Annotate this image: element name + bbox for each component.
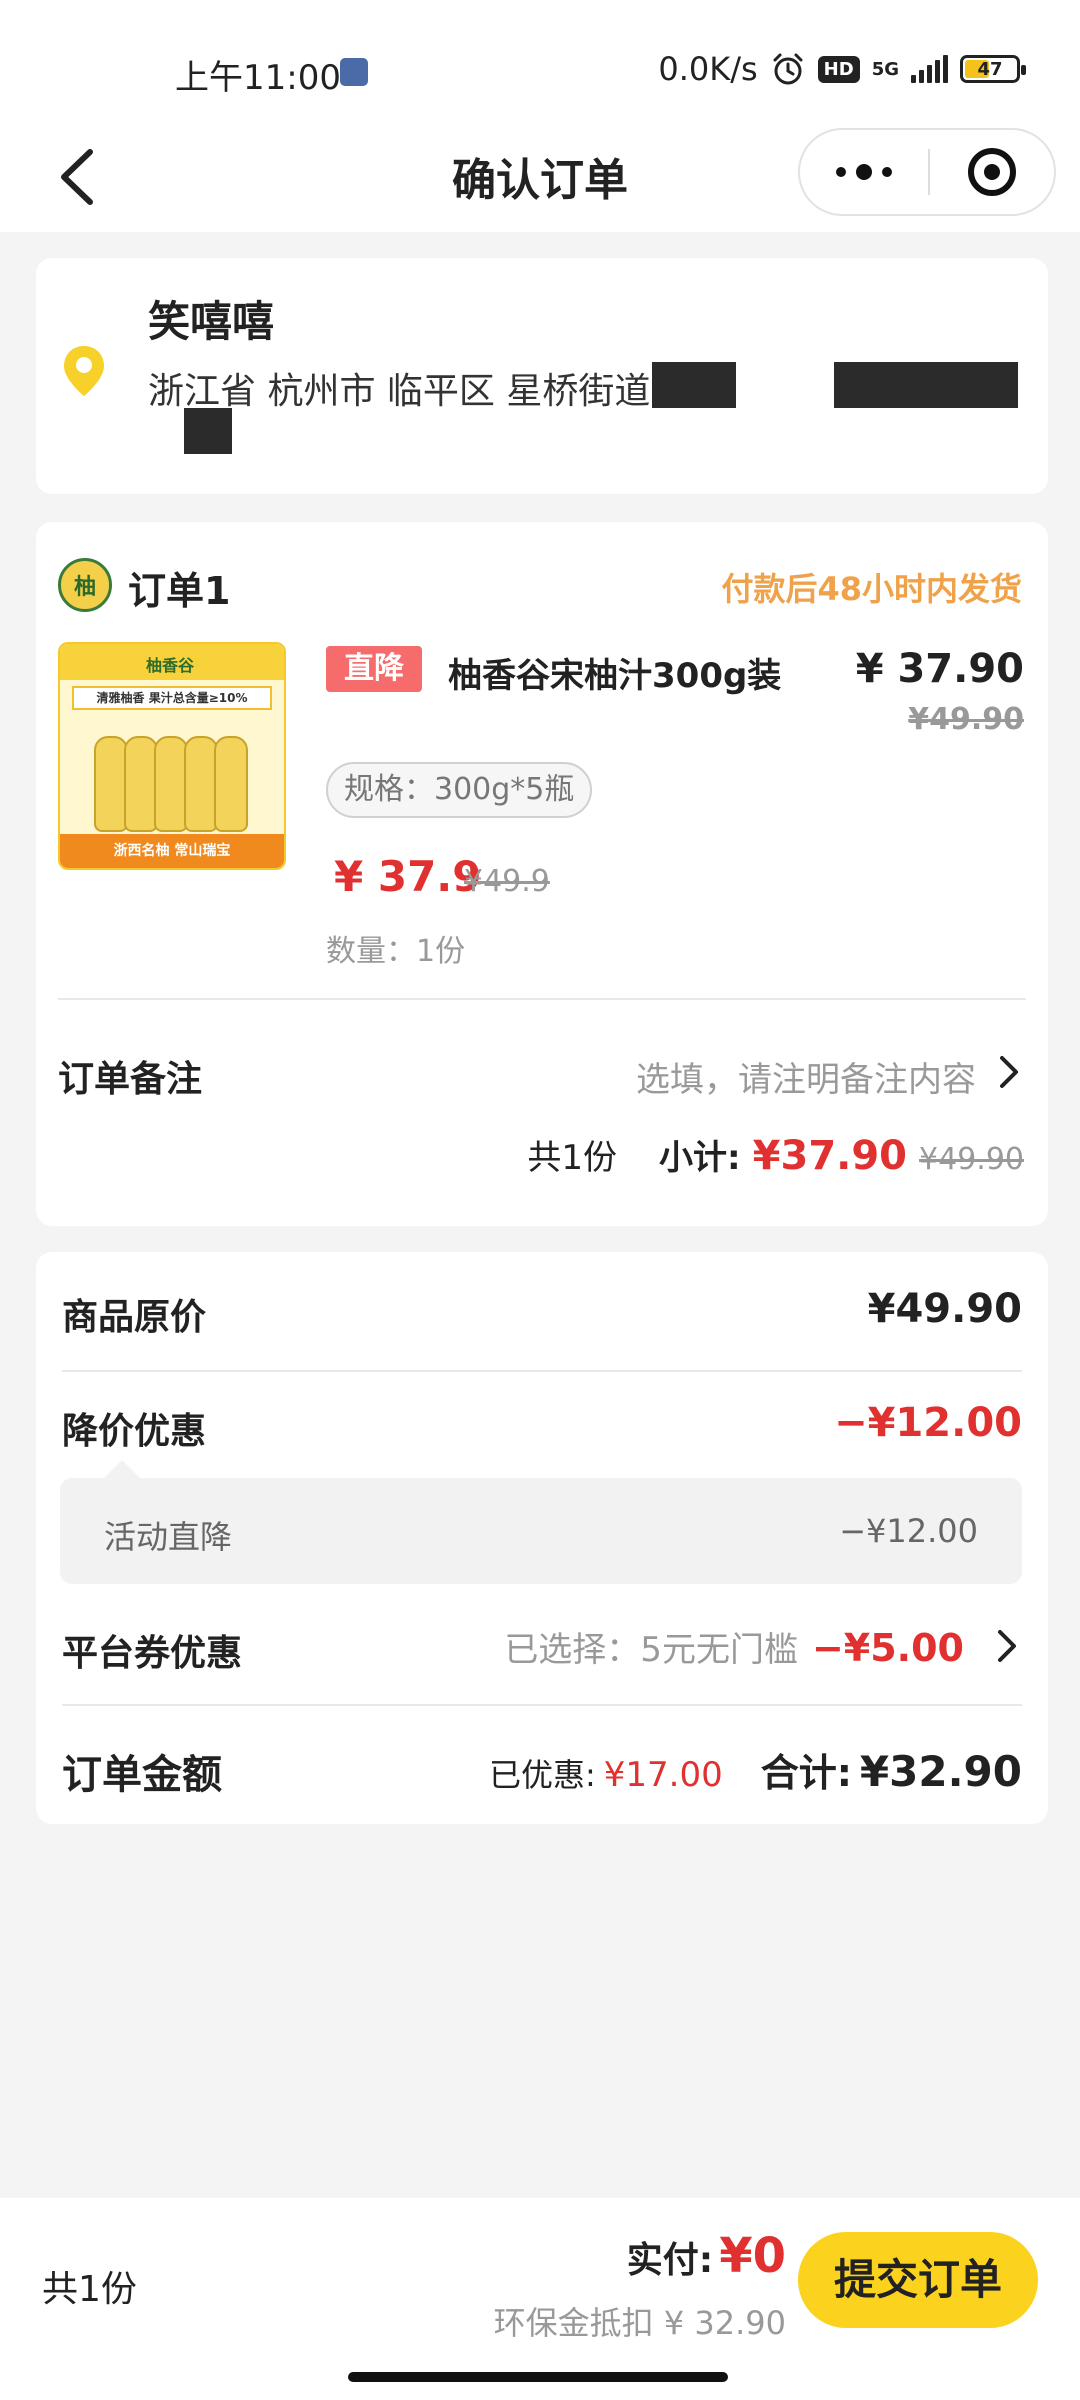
home-indicator[interactable] bbox=[348, 2372, 728, 2382]
subtotal-label: 小计: bbox=[659, 1138, 741, 1178]
price-summary-card: 商品原价 ¥49.90 降价优惠 −¥12.00 活动直降 −¥12.00 平台… bbox=[36, 1252, 1048, 1824]
signal-icon bbox=[911, 55, 948, 83]
pay-value: ¥0 bbox=[719, 2228, 786, 2284]
product-image[interactable]: 柚香谷 清雅柚香 果汁总含量≥10% 浙西名柚 常山瑞宝 bbox=[58, 642, 286, 870]
battery-level: 47 bbox=[977, 58, 1003, 80]
bottom-bar: 共1份 实付: ¥0 环保金抵扣 ¥ 32.90 提交订单 bbox=[0, 2198, 1080, 2400]
order-note-input[interactable]: 选填，请注明备注内容 bbox=[636, 1052, 976, 1101]
grand-total-value: ¥32.90 bbox=[859, 1747, 1022, 1796]
battery-icon: 47 bbox=[960, 55, 1026, 83]
divider bbox=[58, 998, 1026, 1000]
pay-amount-row: 实付: ¥0 bbox=[627, 2228, 786, 2284]
saved-value: ¥17.00 bbox=[603, 1755, 723, 1795]
order-note-label: 订单备注 bbox=[58, 1059, 203, 1100]
coupon-label: 平台券优惠 bbox=[62, 1633, 243, 1674]
alarm-icon bbox=[773, 53, 803, 85]
quantity: 数量：1份 bbox=[326, 934, 466, 969]
product-price: ¥ 37.90 bbox=[855, 646, 1024, 692]
divider bbox=[62, 1704, 1022, 1706]
item-count: 共1份 bbox=[527, 1138, 618, 1178]
chevron-right-icon[interactable] bbox=[992, 1626, 1022, 1666]
more-button[interactable] bbox=[800, 130, 928, 214]
order-title: 订单1 bbox=[128, 569, 231, 613]
status-bar: 上午11:00 0.0K/s HD 5G 47 bbox=[0, 0, 1080, 120]
was-price: ¥49.9 bbox=[464, 864, 550, 899]
bottom-item-count: 共1份 bbox=[42, 2269, 137, 2310]
recipient-name: 笑嘻嘻 bbox=[148, 297, 275, 346]
location-pin-icon bbox=[64, 346, 104, 396]
redaction-block bbox=[184, 408, 232, 454]
shipping-note: 付款后48小时内发货 bbox=[721, 570, 1022, 608]
close-button[interactable] bbox=[930, 130, 1054, 214]
submit-order-button[interactable]: 提交订单 bbox=[798, 2232, 1038, 2328]
divider bbox=[62, 1370, 1022, 1372]
order-card: 柚 订单1 付款后48小时内发货 柚香谷 清雅柚香 果汁总含量≥10% 浙西名柚… bbox=[36, 522, 1048, 1226]
nav-bar: 确认订单 bbox=[0, 120, 1080, 232]
product-original-price: ¥49.90 bbox=[908, 702, 1024, 737]
status-indicators: 0.0K/s HD 5G 47 bbox=[658, 50, 1026, 88]
coupon-selector[interactable]: 已选择：5元无门槛 −¥5.00 bbox=[504, 1622, 964, 1671]
activity-discount-label: 活动直降 bbox=[104, 1518, 233, 1556]
chevron-right-icon[interactable] bbox=[994, 1052, 1024, 1092]
network-speed: 0.0K/s bbox=[658, 50, 758, 88]
hd-badge: HD bbox=[817, 55, 860, 83]
redaction-block bbox=[834, 362, 1018, 408]
original-price-label: 商品原价 bbox=[62, 1297, 207, 1338]
target-icon bbox=[968, 148, 1016, 196]
price-drop-tag: 直降 bbox=[326, 646, 422, 692]
subtotal-value: ¥37.90 bbox=[752, 1133, 908, 1179]
grand-total-label: 合计: bbox=[760, 1751, 852, 1795]
discount-label: 降价优惠 bbox=[62, 1411, 207, 1452]
address-detail: 浙江省 杭州市 临平区 星桥街道 bbox=[148, 371, 651, 412]
subtotal-row: 共1份 小计: ¥37.90 ¥49.90 bbox=[527, 1130, 1024, 1179]
subtotal-original: ¥49.90 bbox=[919, 1142, 1024, 1177]
network-type: 5G bbox=[871, 58, 899, 80]
coupon-selected: 已选择：5元无门槛 bbox=[504, 1630, 798, 1670]
spec-chip: 规格：300g*5瓶 bbox=[326, 762, 593, 818]
discount-detail-box: 活动直降 −¥12.00 bbox=[60, 1460, 1022, 1584]
store-logo: 柚 bbox=[58, 558, 112, 612]
original-price-value: ¥49.90 bbox=[867, 1286, 1022, 1332]
order-total-label: 订单金额 bbox=[62, 1752, 222, 1798]
activity-discount-value: −¥12.00 bbox=[839, 1512, 978, 1550]
status-time: 上午11:00 bbox=[175, 58, 341, 98]
redaction-block bbox=[652, 362, 736, 408]
saved-label: 已优惠: bbox=[488, 1756, 596, 1794]
discount-value: −¥12.00 bbox=[834, 1400, 1022, 1446]
notification-icon bbox=[340, 58, 368, 86]
address-card[interactable]: 笑嘻嘻 浙江省 杭州市 临平区 星桥街道 bbox=[36, 258, 1048, 494]
pay-label: 实付: bbox=[626, 2240, 714, 2281]
coupon-value: −¥5.00 bbox=[811, 1626, 964, 1670]
order-total-row: 已优惠: ¥17.00 合计: ¥32.90 bbox=[489, 1742, 1022, 1797]
miniprogram-capsule bbox=[798, 128, 1056, 216]
current-price: ¥ 37.9 bbox=[334, 852, 482, 901]
product-name: 柚香谷宋柚汁300g装 bbox=[448, 656, 782, 696]
eco-deduction-note: 环保金抵扣 ¥ 32.90 bbox=[493, 2304, 786, 2342]
